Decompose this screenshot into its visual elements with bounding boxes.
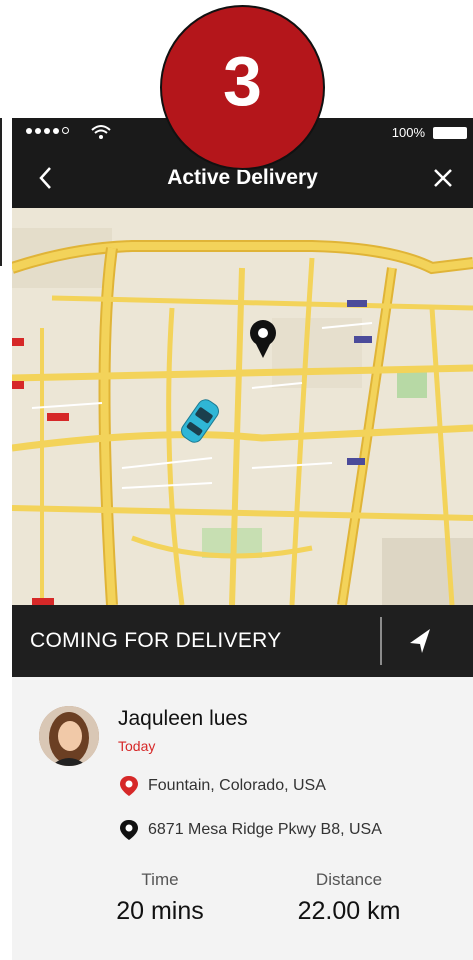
distance-value: 22.00 km [297,897,401,925]
dropoff-address-text: 6871 Mesa Ridge Pkwy B8, USA [148,821,382,838]
pickup-address: Fountain, Colorado, USA [118,774,326,798]
pickup-address-text: Fountain, Colorado, USA [148,777,326,794]
dropoff-address: 6871 Mesa Ridge Pkwy B8, USA [118,818,382,842]
black-location-pin-icon [120,820,138,840]
battery-percent: 100% [391,125,425,140]
delivery-details: Jaquleen lues Today Fountain, Colorado, … [12,677,473,960]
avatar [39,706,99,766]
frame-edge-line [0,118,2,266]
red-location-pin-icon [120,776,138,796]
time-label: Time [141,870,179,889]
strip-divider [380,617,382,665]
wifi-icon [91,125,111,139]
step-number: 3 [223,42,262,120]
delivery-map[interactable] [12,208,473,605]
close-icon[interactable] [427,162,459,194]
time-value: 20 mins [116,897,204,925]
contact-date: Today [118,738,156,754]
phone-screen: 100% Active Delivery COMING FOR DELIVERY… [12,118,473,960]
contact-name: Jaquleen lues [118,707,248,730]
signal-icon [26,127,69,134]
step-number-badge: 3 [160,5,325,170]
send-arrow-icon[interactable] [396,619,446,663]
distance-label: Distance [315,870,383,889]
delivery-status-label: COMING FOR DELIVERY [30,629,282,652]
delivery-status-strip: COMING FOR DELIVERY [12,605,473,677]
battery-icon [433,127,467,139]
